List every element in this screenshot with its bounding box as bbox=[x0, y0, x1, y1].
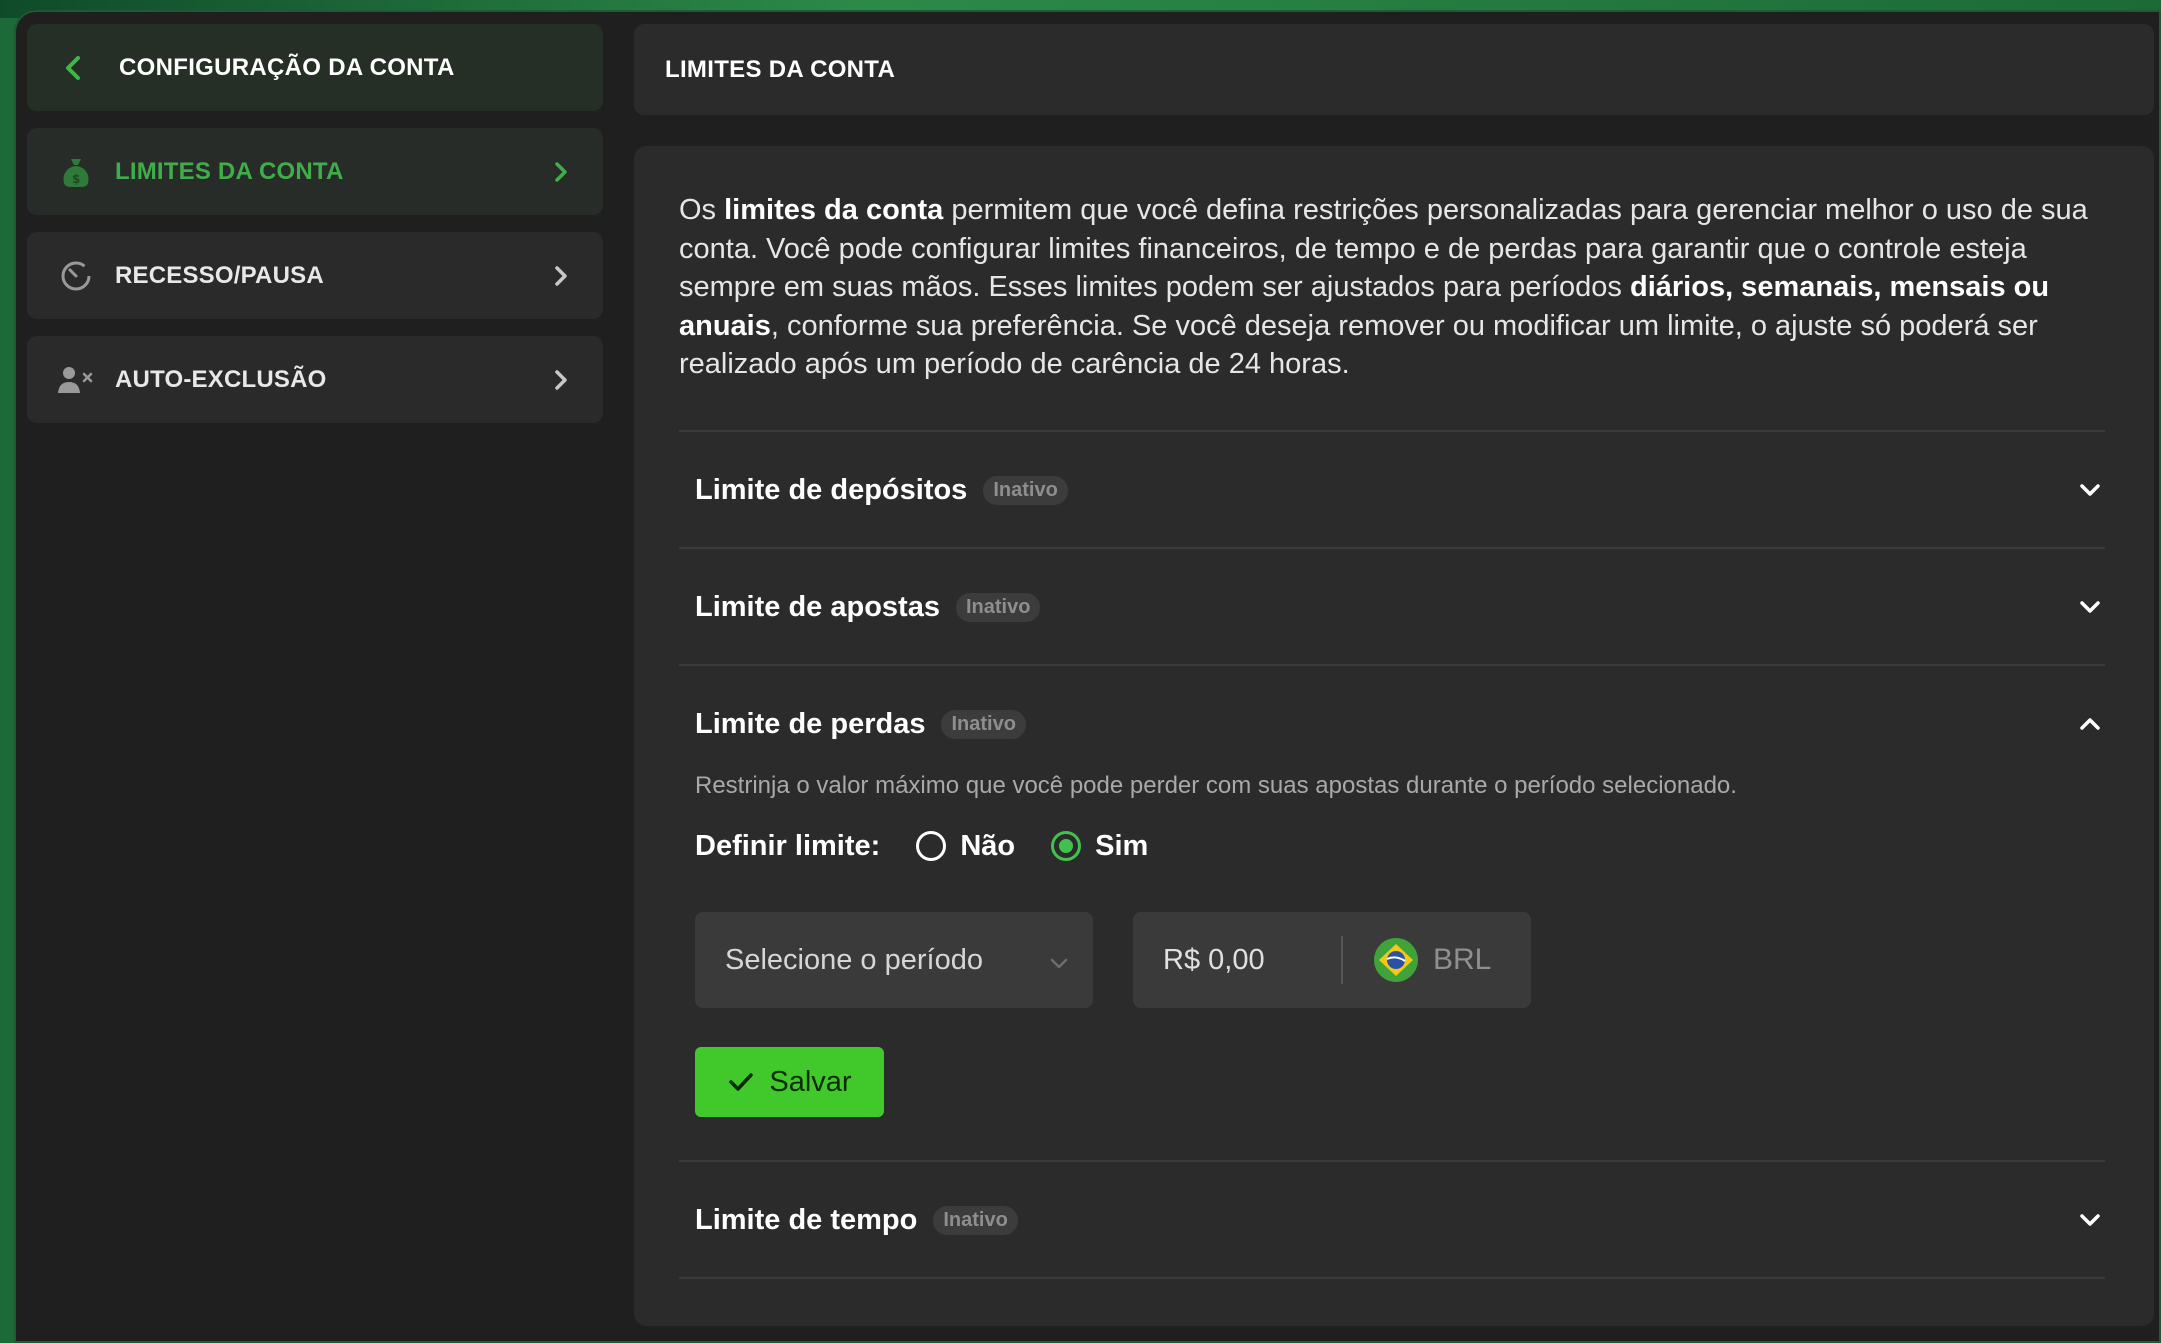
check-icon bbox=[727, 1071, 755, 1093]
radio-circle[interactable] bbox=[1051, 831, 1082, 861]
status-badge: Inativo bbox=[983, 475, 1068, 505]
divider bbox=[679, 664, 2105, 666]
amount-input[interactable]: R$ 0,00 BRL bbox=[1133, 912, 1531, 1008]
accordion-bets-limit[interactable]: Limite de apostas Inativo bbox=[695, 577, 2105, 637]
intro-part-3: , conforme sua preferência. Se você dese… bbox=[679, 309, 2038, 381]
radio-yes-label: Sim bbox=[1095, 829, 1149, 862]
status-badge: Inativo bbox=[955, 592, 1041, 622]
divider bbox=[679, 1160, 2105, 1162]
page-title-bar: LIMITES DA CONTA bbox=[634, 24, 2154, 115]
back-arrow-icon[interactable] bbox=[63, 55, 89, 81]
sidebar-item-self-exclusion[interactable]: AUTO-EXCLUSÃO bbox=[27, 336, 603, 423]
chevron-right-icon bbox=[553, 161, 575, 183]
save-button[interactable]: Salvar bbox=[695, 1047, 884, 1117]
radio-yes[interactable]: Sim bbox=[1051, 830, 1148, 863]
chevron-up-icon[interactable] bbox=[2075, 709, 2105, 739]
period-select[interactable]: Selecione o período bbox=[695, 912, 1093, 1008]
loss-limit-description: Restrinja o valor máximo que você pode p… bbox=[695, 772, 1737, 799]
brazil-flag-icon bbox=[1373, 937, 1419, 983]
chevron-down-icon[interactable] bbox=[2075, 475, 2105, 505]
sidebar-item-recess-pause[interactable]: RECESSO/PAUSA bbox=[27, 232, 603, 319]
radio-no[interactable]: Não bbox=[916, 830, 1015, 863]
sidebar-header[interactable]: CONFIGURAÇÃO DA CONTA bbox=[27, 24, 603, 111]
user-x-icon bbox=[57, 363, 95, 397]
page-title: LIMITES DA CONTA bbox=[665, 55, 896, 83]
svg-text:$: $ bbox=[72, 172, 81, 186]
sidebar-item-label: AUTO-EXCLUSÃO bbox=[115, 365, 327, 393]
chevron-right-icon bbox=[553, 265, 575, 287]
divider bbox=[679, 1277, 2105, 1279]
currency-code: BRL bbox=[1433, 943, 1492, 976]
accordion-title: Limite de perdas bbox=[695, 707, 926, 740]
money-bag-icon: $ bbox=[57, 155, 95, 189]
chevron-down-icon[interactable] bbox=[2075, 592, 2105, 622]
amount-value[interactable]: R$ 0,00 bbox=[1163, 944, 1341, 977]
amount-separator bbox=[1341, 936, 1343, 984]
sidebar-item-label: RECESSO/PAUSA bbox=[115, 261, 324, 289]
status-badge: Inativo bbox=[941, 709, 1026, 739]
chevron-down-icon bbox=[1049, 944, 1069, 977]
define-limit-label: Definir limite: bbox=[695, 829, 881, 862]
sidebar: CONFIGURAÇÃO DA CONTA $ LIMITES DA CONTA… bbox=[27, 24, 603, 423]
accordion-title: Limite de apostas bbox=[695, 590, 940, 623]
intro-text: Os limites da conta permitem que você de… bbox=[679, 191, 2119, 384]
chevron-down-icon[interactable] bbox=[2075, 1205, 2105, 1235]
accordion-title: Limite de tempo bbox=[695, 1203, 918, 1236]
status-badge: Inativo bbox=[933, 1205, 1018, 1235]
accordion-title: Limite de depósitos bbox=[695, 473, 968, 506]
chevron-right-icon bbox=[553, 369, 575, 391]
period-select-placeholder: Selecione o período bbox=[725, 943, 983, 976]
intro-bold-1: limites da conta bbox=[724, 194, 944, 226]
accordion-deposit-limit[interactable]: Limite de depósitos Inativo bbox=[695, 460, 2105, 520]
sidebar-item-label: LIMITES DA CONTA bbox=[115, 157, 344, 185]
accordion-loss-limit[interactable]: Limite de perdas Inativo bbox=[695, 694, 2105, 754]
divider bbox=[679, 430, 2105, 432]
radio-no-label: Não bbox=[960, 829, 1016, 862]
accordion-time-limit[interactable]: Limite de tempo Inativo bbox=[695, 1190, 2105, 1250]
timer-icon bbox=[57, 259, 95, 293]
divider bbox=[679, 547, 2105, 549]
intro-part-1: Os bbox=[679, 194, 725, 226]
define-limit-row: Definir limite: Não Sim bbox=[695, 826, 1148, 866]
sidebar-item-account-limits[interactable]: $ LIMITES DA CONTA bbox=[27, 128, 603, 215]
save-button-label: Salvar bbox=[769, 1065, 852, 1098]
radio-circle[interactable] bbox=[916, 831, 947, 861]
limits-panel: Os limites da conta permitem que você de… bbox=[634, 146, 2154, 1326]
sidebar-header-title: CONFIGURAÇÃO DA CONTA bbox=[119, 53, 455, 81]
